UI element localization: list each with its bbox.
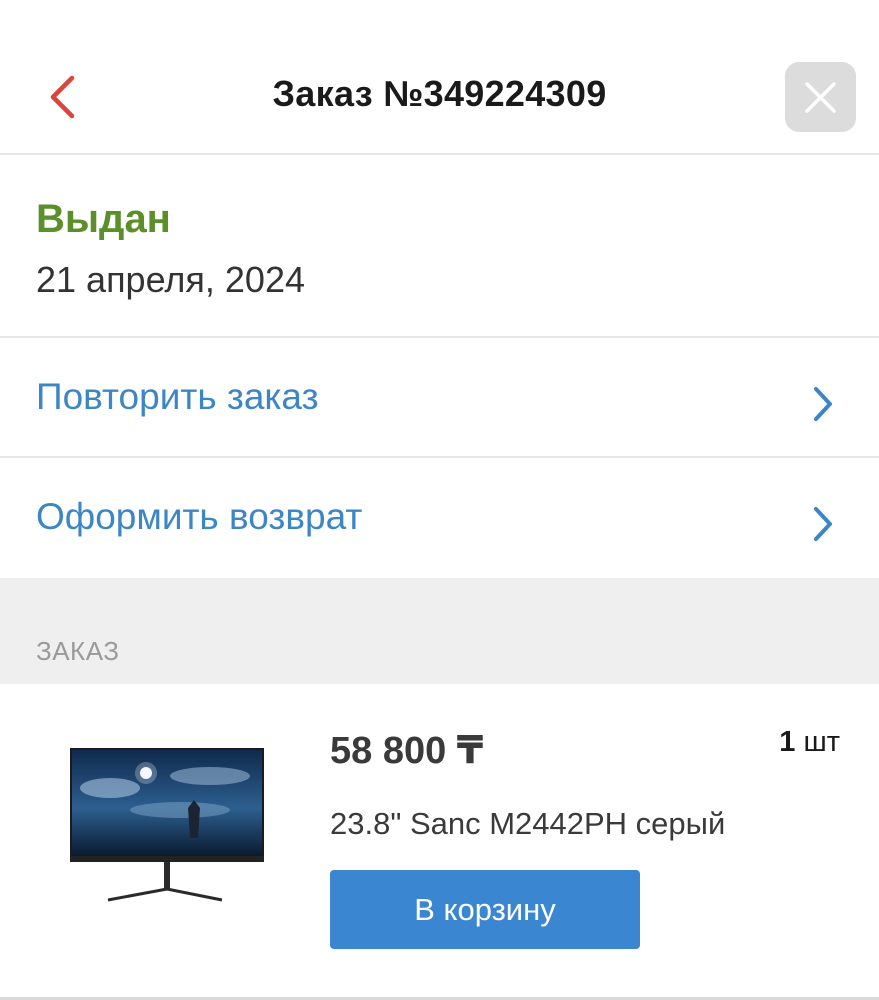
product-name[interactable]: 23.8" Sanc M2442PH серый <box>330 806 725 842</box>
page-title: Заказ №349224309 <box>272 73 607 114</box>
quantity-number: 1 <box>779 726 796 758</box>
order-item: 58 800 ₸ 1 шт 23.8" Sanc M2442PH серый В… <box>0 684 879 1000</box>
item-price: 58 800 ₸ <box>330 730 484 772</box>
repeat-order-label: Повторить заказ <box>36 376 319 417</box>
monitor-product-image[interactable] <box>70 748 264 903</box>
close-icon <box>805 82 836 113</box>
order-status-section: Выдан 21 апреля, 2024 <box>0 155 879 338</box>
chevron-right-icon <box>814 387 832 421</box>
repeat-order-row[interactable]: Повторить заказ <box>0 338 879 458</box>
header: Заказ №349224309 <box>0 0 879 155</box>
close-button[interactable] <box>785 62 856 132</box>
item-quantity: 1 шт <box>779 726 840 759</box>
section-title: ЗАКАЗ <box>36 636 120 666</box>
quantity-unit: шт <box>803 726 840 758</box>
status-date: 21 апреля, 2024 <box>36 259 305 300</box>
order-section-header: ЗАКАЗ <box>0 578 879 684</box>
add-to-cart-button[interactable]: В корзину <box>330 870 640 949</box>
chevron-right-icon <box>814 507 832 541</box>
return-order-label: Оформить возврат <box>36 496 363 537</box>
order-details-screen: Заказ №349224309 Выдан 21 апреля, 2024 П… <box>0 0 879 1000</box>
return-order-row[interactable]: Оформить возврат <box>0 458 879 578</box>
status-label: Выдан <box>36 197 171 241</box>
